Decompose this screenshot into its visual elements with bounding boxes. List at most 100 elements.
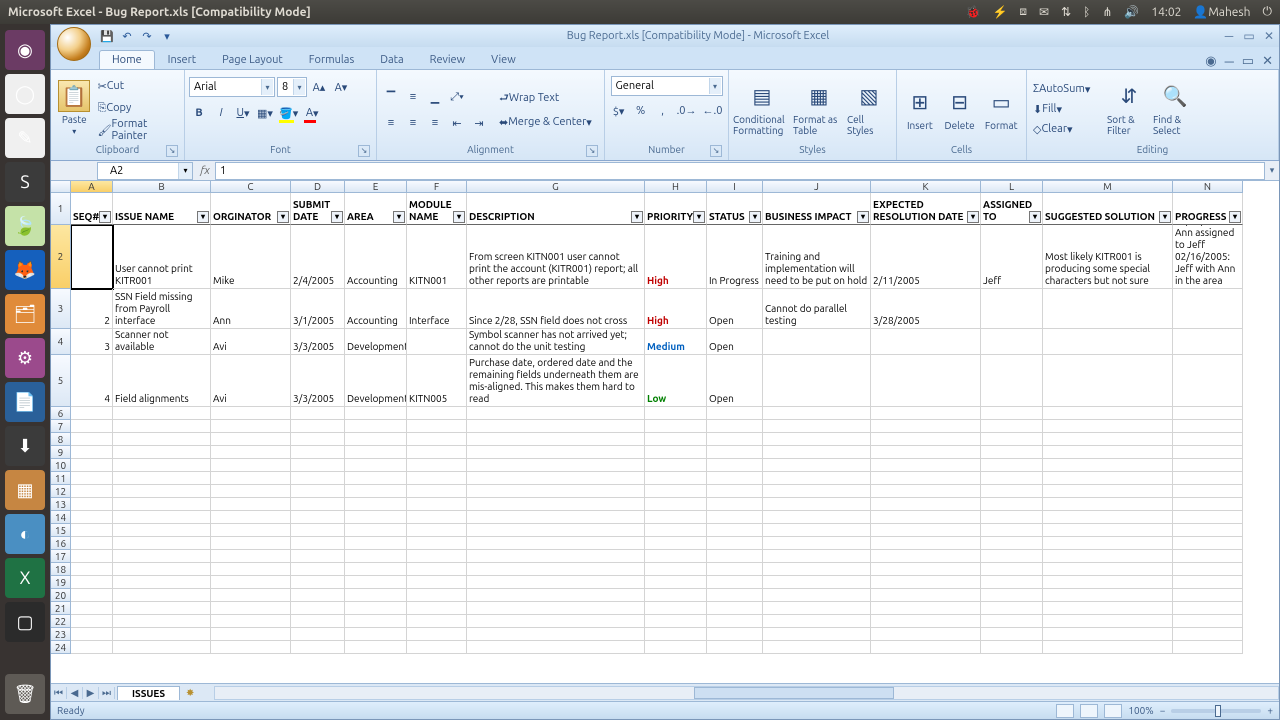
cell[interactable] — [645, 602, 707, 615]
cell[interactable] — [113, 537, 211, 550]
cell[interactable] — [467, 485, 645, 498]
cell[interactable] — [981, 420, 1043, 433]
cell[interactable]: 2 — [71, 289, 113, 329]
clear-button[interactable]: ◇ Clear▾ — [1031, 119, 1105, 139]
last-sheet-button[interactable]: ⏭ — [99, 687, 115, 699]
filter-icon[interactable]: ▾ — [99, 211, 111, 223]
cell[interactable] — [871, 511, 981, 524]
cell[interactable] — [71, 225, 113, 289]
cell[interactable]: Purchase date, ordered date and the rema… — [467, 355, 645, 407]
cell[interactable]: Avi — [211, 329, 291, 355]
cell[interactable] — [981, 537, 1043, 550]
cell[interactable] — [345, 524, 407, 537]
cell[interactable]: 3/3/2005 — [291, 355, 345, 407]
cell[interactable] — [407, 485, 467, 498]
cell[interactable] — [345, 550, 407, 563]
cell[interactable]: Development — [345, 329, 407, 355]
fill-color-button[interactable]: 🪣▾ — [277, 103, 300, 123]
cell[interactable] — [1043, 511, 1173, 524]
cell[interactable] — [71, 615, 113, 628]
cell[interactable]: Mike — [211, 225, 291, 289]
sheet-tab-issues[interactable]: ISSUES — [117, 686, 180, 700]
cell[interactable] — [211, 550, 291, 563]
cell[interactable] — [981, 550, 1043, 563]
cut-button[interactable]: ✂ Cut — [96, 76, 126, 96]
cell[interactable] — [291, 524, 345, 537]
cell[interactable] — [407, 446, 467, 459]
table-header[interactable]: MODULE NAME▾ — [407, 193, 467, 225]
cell[interactable] — [871, 589, 981, 602]
cell[interactable] — [467, 589, 645, 602]
row-header-8[interactable]: 8 — [51, 433, 71, 446]
cell[interactable] — [291, 615, 345, 628]
font-size-combo[interactable]: 8▾ — [277, 77, 307, 97]
cell[interactable] — [645, 446, 707, 459]
cell[interactable] — [1173, 615, 1243, 628]
cell[interactable]: Low — [645, 355, 707, 407]
cell[interactable]: 02/15/2005: Ann assigned to Jeff 02/16/2… — [1173, 225, 1243, 289]
cell[interactable] — [871, 459, 981, 472]
cell[interactable] — [71, 550, 113, 563]
cell[interactable] — [291, 511, 345, 524]
cell[interactable] — [645, 615, 707, 628]
fill-button[interactable]: ⬇ Fill▾ — [1031, 99, 1105, 119]
cell[interactable] — [871, 420, 981, 433]
wifi-icon[interactable]: ⋔ — [1102, 5, 1112, 19]
tab-data[interactable]: Data — [367, 50, 416, 69]
cell[interactable] — [645, 498, 707, 511]
cell[interactable] — [1173, 498, 1243, 511]
table-header[interactable]: STATUS▾ — [707, 193, 763, 225]
cell[interactable] — [645, 407, 707, 420]
cell[interactable] — [871, 446, 981, 459]
row-header-16[interactable]: 16 — [51, 537, 71, 550]
table-header[interactable]: SUGGESTED SOLUTION▾ — [1043, 193, 1173, 225]
cell[interactable] — [211, 407, 291, 420]
cell[interactable] — [345, 433, 407, 446]
cell[interactable] — [707, 563, 763, 576]
cell[interactable] — [113, 641, 211, 654]
downloads-icon[interactable]: ⬇ — [5, 426, 45, 466]
cell[interactable] — [763, 576, 871, 589]
cell[interactable] — [407, 602, 467, 615]
cell[interactable] — [467, 615, 645, 628]
writer-icon[interactable]: 📄 — [5, 382, 45, 422]
dropbox-icon[interactable]: ⧈ — [1019, 5, 1027, 19]
cell[interactable] — [407, 511, 467, 524]
cell[interactable] — [71, 563, 113, 576]
row-header-19[interactable]: 19 — [51, 576, 71, 589]
cell[interactable] — [871, 537, 981, 550]
row-header-22[interactable]: 22 — [51, 615, 71, 628]
cell[interactable] — [407, 459, 467, 472]
cell[interactable] — [645, 589, 707, 602]
network-icon[interactable]: ⇅ — [1061, 5, 1071, 19]
cell[interactable] — [291, 433, 345, 446]
cell[interactable] — [211, 472, 291, 485]
cell[interactable] — [291, 420, 345, 433]
cell[interactable] — [871, 433, 981, 446]
insert-cells-button[interactable]: ⊞Insert — [901, 75, 939, 141]
cell[interactable] — [211, 498, 291, 511]
cell[interactable] — [1173, 355, 1243, 407]
font-color-button[interactable]: A▾ — [302, 103, 322, 123]
cell[interactable] — [871, 355, 981, 407]
accounting-button[interactable]: $▾ — [609, 101, 629, 121]
cell[interactable] — [707, 641, 763, 654]
filter-icon[interactable]: ▾ — [967, 211, 979, 223]
cell[interactable] — [467, 446, 645, 459]
dash-icon[interactable]: ◉ — [5, 30, 45, 70]
conditional-formatting-button[interactable]: ▤Conditional Formatting — [733, 75, 791, 141]
table-header[interactable]: AREA▾ — [345, 193, 407, 225]
cell[interactable] — [407, 472, 467, 485]
cell[interactable]: Jeff — [981, 225, 1043, 289]
user-menu[interactable]: 👤 Mahesh — [1193, 5, 1250, 19]
cell[interactable] — [1043, 589, 1173, 602]
cell[interactable] — [1173, 511, 1243, 524]
cell-styles-button[interactable]: ▧Cell Styles — [847, 75, 891, 141]
cell[interactable] — [113, 485, 211, 498]
cell[interactable] — [71, 459, 113, 472]
cell[interactable] — [707, 524, 763, 537]
cell[interactable] — [763, 641, 871, 654]
cell[interactable]: Development — [345, 355, 407, 407]
col-header-C[interactable]: C — [211, 181, 291, 193]
cell[interactable] — [981, 407, 1043, 420]
